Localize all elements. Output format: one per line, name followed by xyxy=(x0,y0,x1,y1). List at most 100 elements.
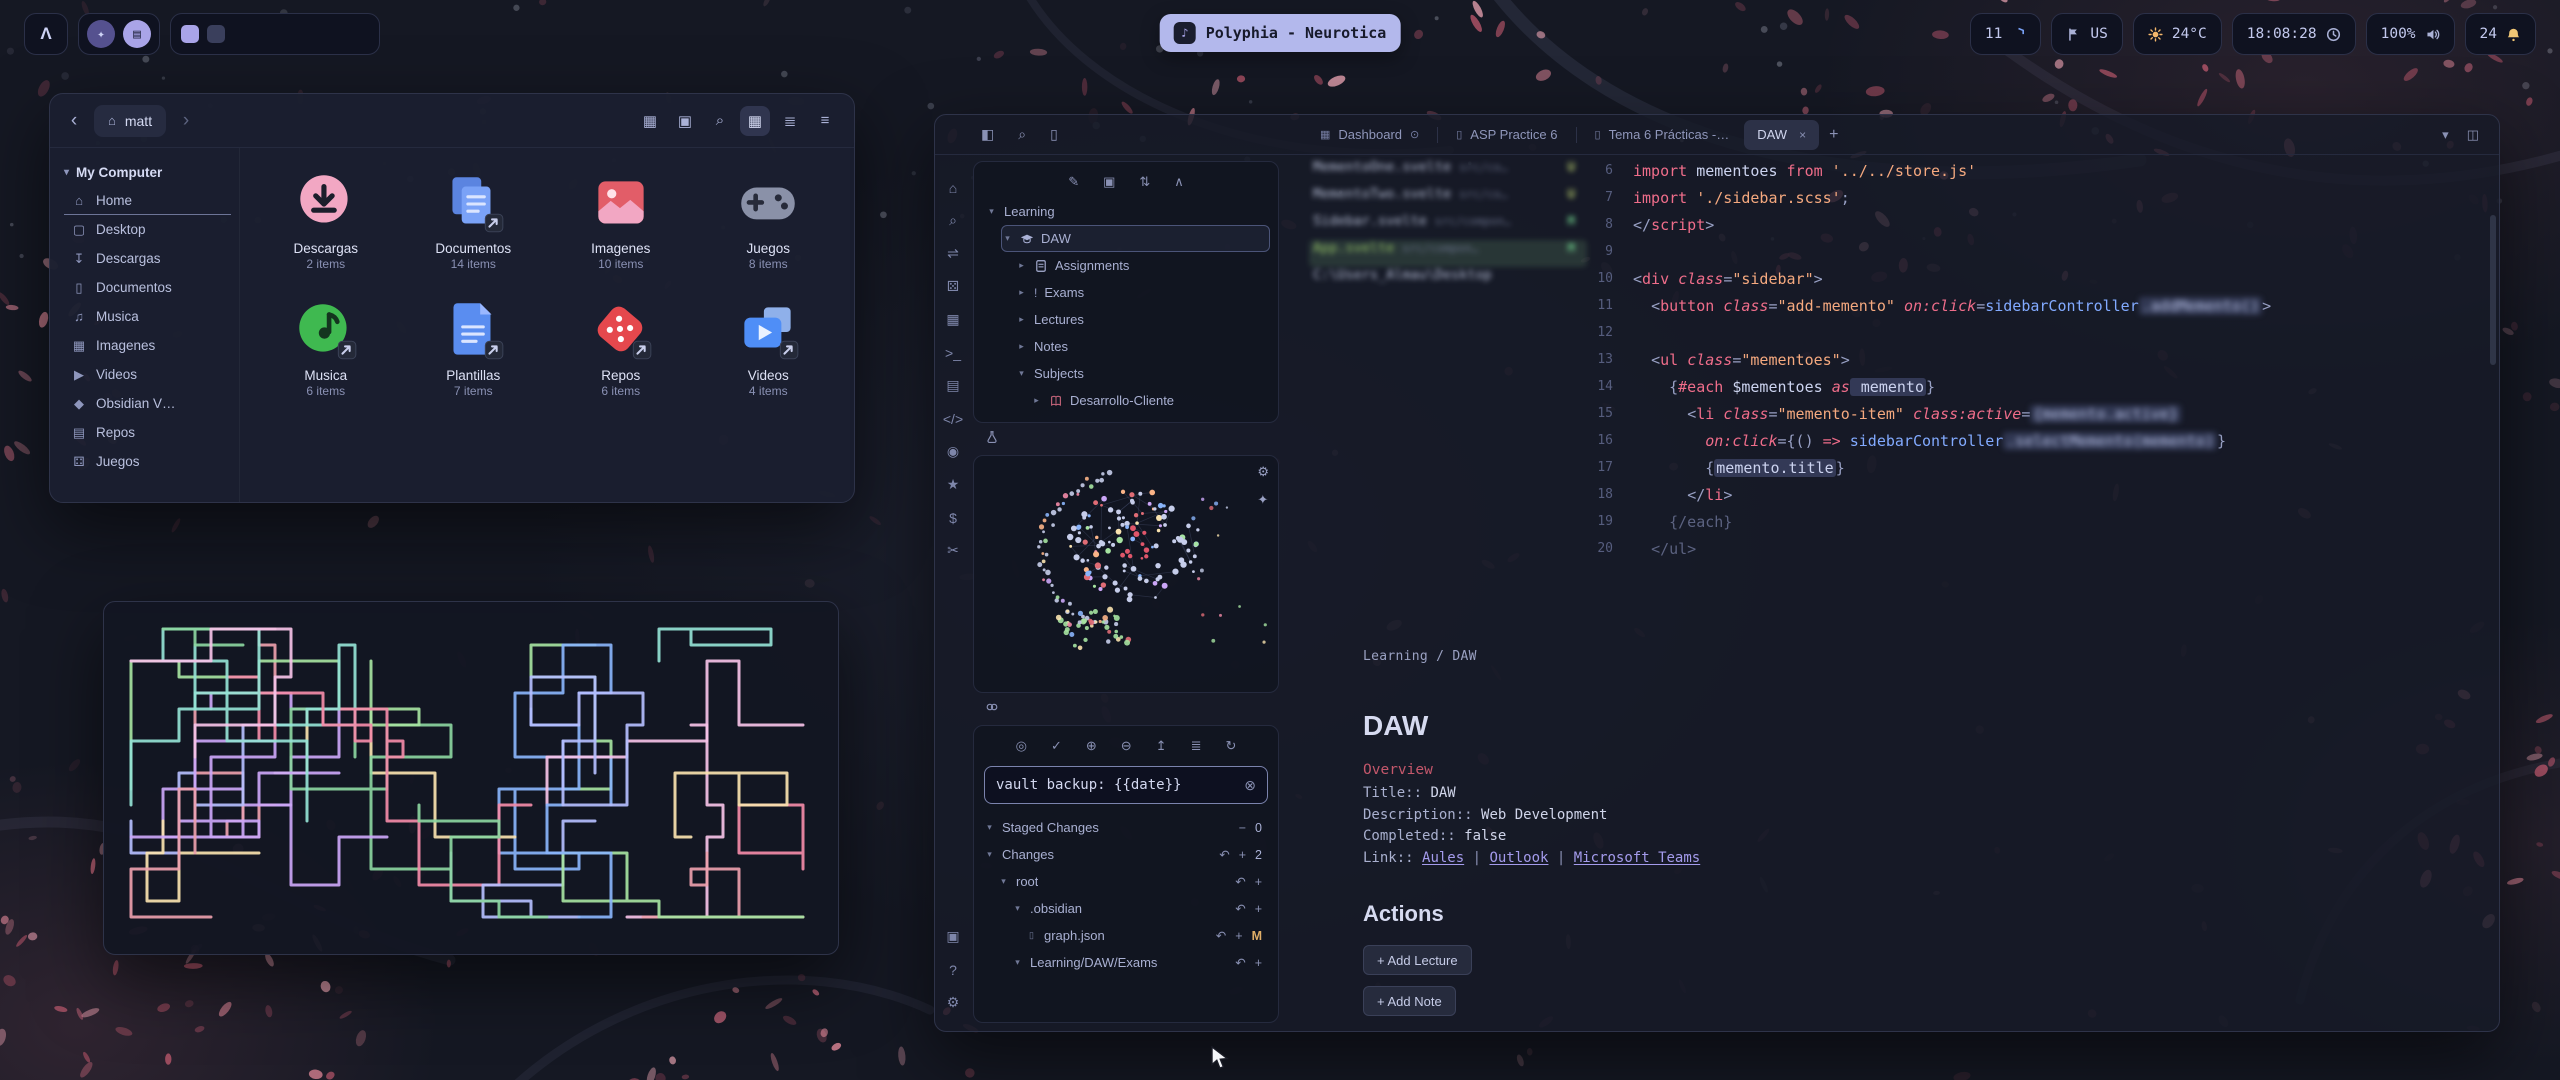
code-icon[interactable]: </> xyxy=(935,402,971,435)
quick-switcher-icon[interactable]: ⇌ xyxy=(935,237,971,270)
note-link-microsoft-teams[interactable]: Microsoft Teams xyxy=(1574,850,1700,866)
git-commit-icon[interactable]: ◎ xyxy=(1016,738,1027,754)
snapshot-icon[interactable]: ◉ xyxy=(935,435,971,468)
new-folder-icon[interactable]: ▣ xyxy=(670,106,700,136)
plus-icon[interactable]: + xyxy=(1255,956,1262,970)
sidebar-item-home[interactable]: ⌂Home xyxy=(64,186,231,215)
reading-icon[interactable]: ▤ xyxy=(935,369,971,402)
code-editor[interactable]: MementoOne.sveltesrc/co…UMementoTwo.svel… xyxy=(1285,155,2499,589)
view-grid-icon[interactable]: ▦ xyxy=(740,106,770,136)
undo-icon[interactable]: ↶ xyxy=(1235,955,1245,970)
git-row-staged-changes[interactable]: ▾Staged Changes−0 xyxy=(984,814,1270,841)
vault-icon[interactable]: ⌂ xyxy=(935,171,971,204)
new-tab-button[interactable]: + xyxy=(1829,126,1838,144)
folder-videos[interactable]: Videos4 items xyxy=(695,295,843,398)
undo-icon[interactable]: ↶ xyxy=(1216,928,1226,943)
tree-item-subjects[interactable]: ▾Subjects xyxy=(1016,360,1270,387)
sidebar-item-musica[interactable]: ♫Musica xyxy=(64,302,231,331)
plus-icon[interactable]: + xyxy=(1235,929,1242,943)
vault-box-icon[interactable]: ▣ xyxy=(935,920,971,953)
snippets-icon[interactable]: ✂ xyxy=(935,534,971,567)
close-tab-icon[interactable]: × xyxy=(1799,128,1806,142)
tree-item-exams[interactable]: ▸!Exams xyxy=(1016,279,1270,306)
keyboard-layout-widget[interactable]: US xyxy=(2051,13,2122,55)
tab-bar[interactable]: ◧⌕▯ ▦Dashboard⊙▯ASP Practice 6▯Tema 6 Pr… xyxy=(935,115,2499,155)
nav-bookmark-icon[interactable]: ▯ xyxy=(1050,126,1058,143)
sidebar-item-descargas[interactable]: ↧Descargas xyxy=(64,244,231,273)
sidebar-section-title[interactable]: ▾ My Computer xyxy=(64,158,231,186)
folder-plantillas[interactable]: Plantillas7 items xyxy=(400,295,548,398)
git-unstage-all-icon[interactable]: ⊖ xyxy=(1121,738,1132,754)
add-note-button[interactable]: + Add Note xyxy=(1363,986,1456,1016)
back-button[interactable]: ‹ xyxy=(64,110,84,132)
updates-widget[interactable]: 11 xyxy=(1970,13,2041,55)
sidebar-item-desktop[interactable]: ▢Desktop xyxy=(64,215,231,244)
notes-icon[interactable]: ▤ xyxy=(123,20,151,48)
folder-descargas[interactable]: Descargas2 items xyxy=(252,168,400,271)
explorer-new-folder-icon[interactable]: ▣ xyxy=(1103,174,1115,190)
weather-widget[interactable]: 24°C xyxy=(2133,13,2222,55)
git-row-graph-json[interactable]: ▯graph.json↶+M xyxy=(1026,922,1270,949)
undo-icon[interactable]: ↶ xyxy=(1235,901,1245,916)
commit-message-input[interactable] xyxy=(996,777,1236,793)
minus-icon[interactable]: − xyxy=(1239,821,1246,835)
clear-message-icon[interactable]: ⊗ xyxy=(1244,777,1256,794)
editor-scrollbar[interactable] xyxy=(2490,215,2496,365)
git-row-learning-daw-exams[interactable]: ▾Learning/DAW/Exams↶+ xyxy=(1012,949,1270,976)
nav-search-icon[interactable]: ⌕ xyxy=(1018,126,1026,143)
clock-widget[interactable]: 18:08:28 xyxy=(2232,13,2356,55)
undo-icon[interactable]: ↶ xyxy=(1235,874,1245,889)
sidebar-toggle-icon[interactable]: ◧ xyxy=(981,126,994,143)
graph-settings-icon[interactable]: ⚙ xyxy=(1257,464,1269,480)
git-row-root[interactable]: ▾root↶+ xyxy=(998,868,1270,895)
undo-icon[interactable]: ↶ xyxy=(1219,847,1229,862)
breadcrumb[interactable]: ⌂ matt xyxy=(94,105,166,137)
folder-imagenes[interactable]: Imagenes10 items xyxy=(547,168,695,271)
terminal-icon[interactable]: >_ xyxy=(935,336,971,369)
volume-widget[interactable]: 100% xyxy=(2366,13,2455,55)
random-note-icon[interactable]: ⚄ xyxy=(935,270,971,303)
git-changelist-icon[interactable]: ≣ xyxy=(1191,738,1202,754)
sidebar-item-obsidian-v[interactable]: ◆Obsidian V… xyxy=(64,389,231,418)
git-stage-all-icon[interactable]: ⊕ xyxy=(1086,738,1097,754)
plus-icon[interactable]: + xyxy=(1255,902,1262,916)
git-row-obsidian[interactable]: ▾.obsidian↶+ xyxy=(1012,895,1270,922)
view-list-icon[interactable]: ≣ xyxy=(775,106,805,136)
settings-gear-icon[interactable]: ⚙ xyxy=(935,986,971,1019)
graph-filter-icon[interactable]: ✦ xyxy=(1257,492,1269,508)
menu-icon[interactable]: ≡ xyxy=(810,106,840,136)
tab-list-icon[interactable]: ▾ xyxy=(2442,127,2449,143)
search-icon[interactable]: ⌕ xyxy=(935,204,971,237)
add-lecture-button[interactable]: + Add Lecture xyxy=(1363,945,1472,975)
tree-item-lectures[interactable]: ▸Lectures xyxy=(1016,306,1270,333)
workspace-dot-2[interactable] xyxy=(207,25,225,43)
folder-repos[interactable]: Repos6 items xyxy=(547,295,695,398)
sidebar-item-repos[interactable]: ▤Repos xyxy=(64,418,231,447)
workspace-indicator[interactable] xyxy=(170,13,380,55)
git-refresh-icon[interactable]: ↻ xyxy=(1225,738,1236,754)
sidebar-item-juegos[interactable]: ⚃Juegos xyxy=(64,447,231,476)
tree-item-desarrollo-cliente[interactable]: ▸Desarrollo-Cliente xyxy=(1031,387,1270,414)
daily-note-icon[interactable]: ▦ xyxy=(935,303,971,336)
graph-view[interactable] xyxy=(974,456,1278,692)
sidebar-item-documentos[interactable]: ▯Documentos xyxy=(64,273,231,302)
plus-icon[interactable]: + xyxy=(1255,875,1262,889)
git-row-changes[interactable]: ▾Changes↶+2 xyxy=(984,841,1270,868)
sidebar-item-videos[interactable]: ▶Videos xyxy=(64,360,231,389)
note-link-aules[interactable]: Aules xyxy=(1422,850,1464,866)
assistant-icon[interactable]: ✦ xyxy=(87,20,115,48)
folder-juegos[interactable]: Juegos8 items xyxy=(695,168,843,271)
file-manager-titlebar[interactable]: ‹ ⌂ matt › ▦▣⌕▦≣≡ xyxy=(50,94,854,148)
explorer-sort-icon[interactable]: ⇅ xyxy=(1139,174,1150,190)
date-widget[interactable]: 24 xyxy=(2465,13,2536,55)
tree-item-notes[interactable]: ▸Notes xyxy=(1016,333,1270,360)
plus-icon[interactable]: + xyxy=(1239,848,1246,862)
tag-pane-icon[interactable] xyxy=(985,430,999,449)
forward-button[interactable]: › xyxy=(176,110,196,132)
ledger-icon[interactable]: $ xyxy=(935,501,971,534)
tab-daw[interactable]: DAW× xyxy=(1744,120,1819,150)
note-link-outlook[interactable]: Outlook xyxy=(1489,850,1548,866)
git-check-icon[interactable]: ✓ xyxy=(1051,738,1062,754)
links-pane-icon[interactable] xyxy=(985,700,999,719)
tree-item-daw[interactable]: ▾DAW xyxy=(1001,225,1270,252)
